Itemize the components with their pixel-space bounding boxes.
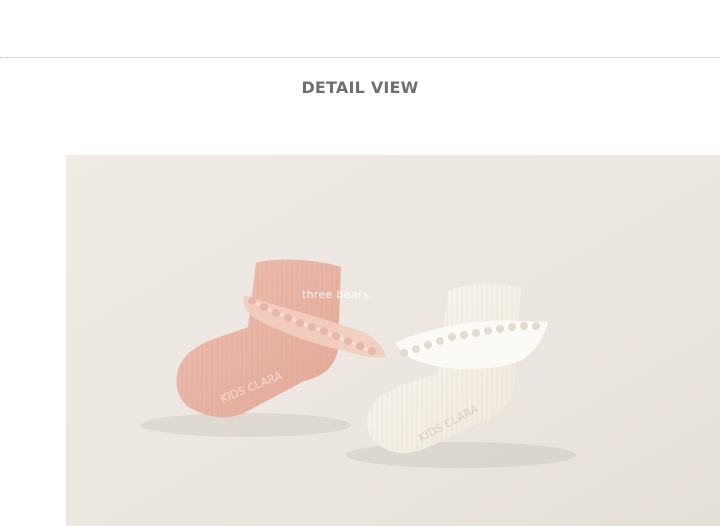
detail-view-page: DETAIL VIEW KIDS CLARA KIDS CLARA three … xyxy=(0,0,720,526)
photo-background xyxy=(66,155,720,526)
dotted-divider xyxy=(0,57,720,58)
product-photo: KIDS CLARA KIDS CLARA three bears. xyxy=(66,155,720,526)
section-title: DETAIL VIEW xyxy=(301,78,419,97)
watermark-text: three bears. xyxy=(302,288,373,301)
socks-illustration: KIDS CLARA KIDS CLARA xyxy=(66,155,720,526)
